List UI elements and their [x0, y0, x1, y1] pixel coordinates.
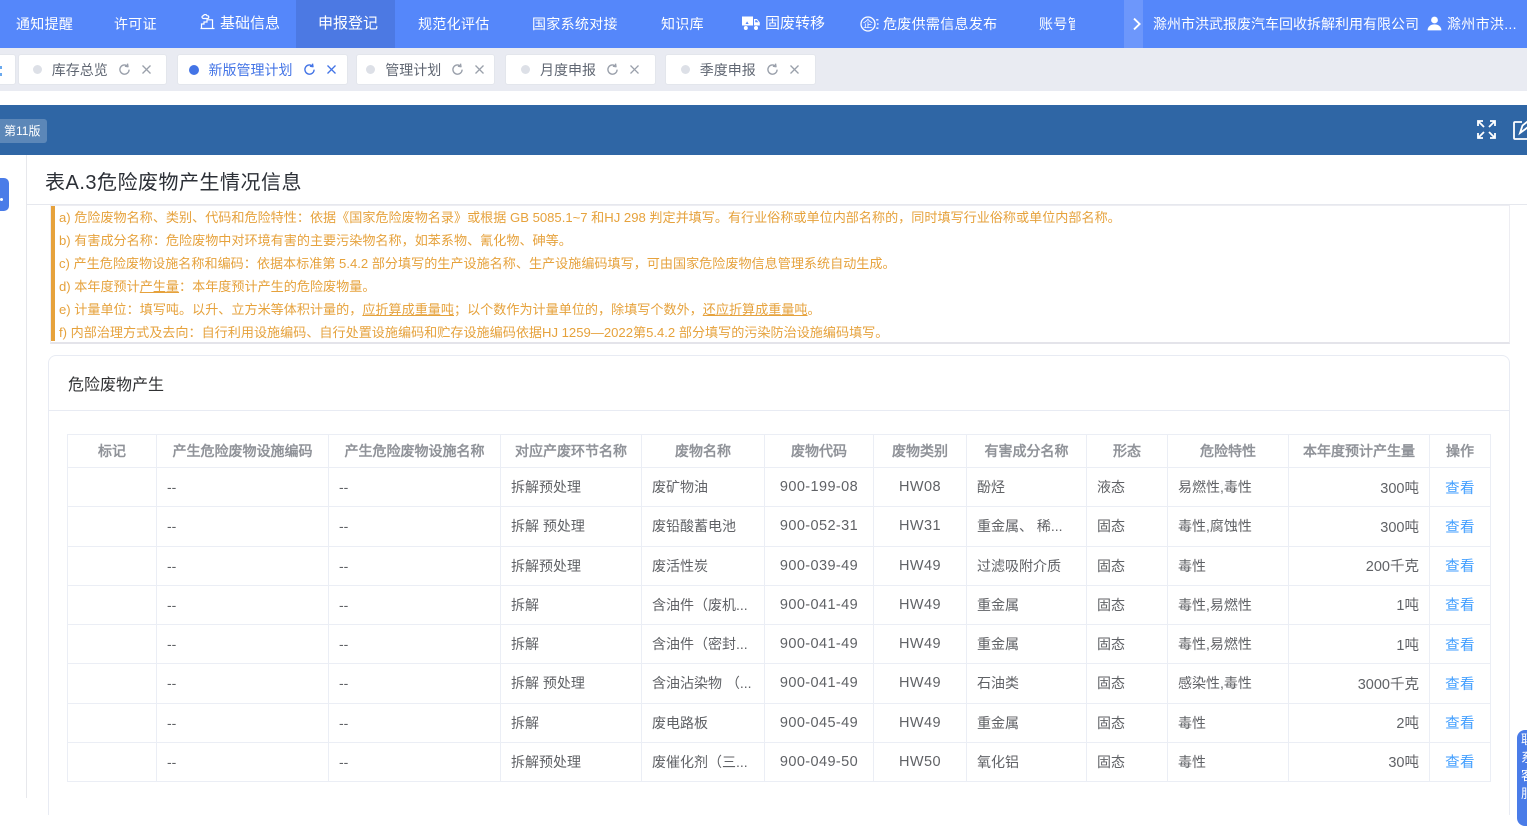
svg-text:企: 企 — [863, 17, 873, 30]
